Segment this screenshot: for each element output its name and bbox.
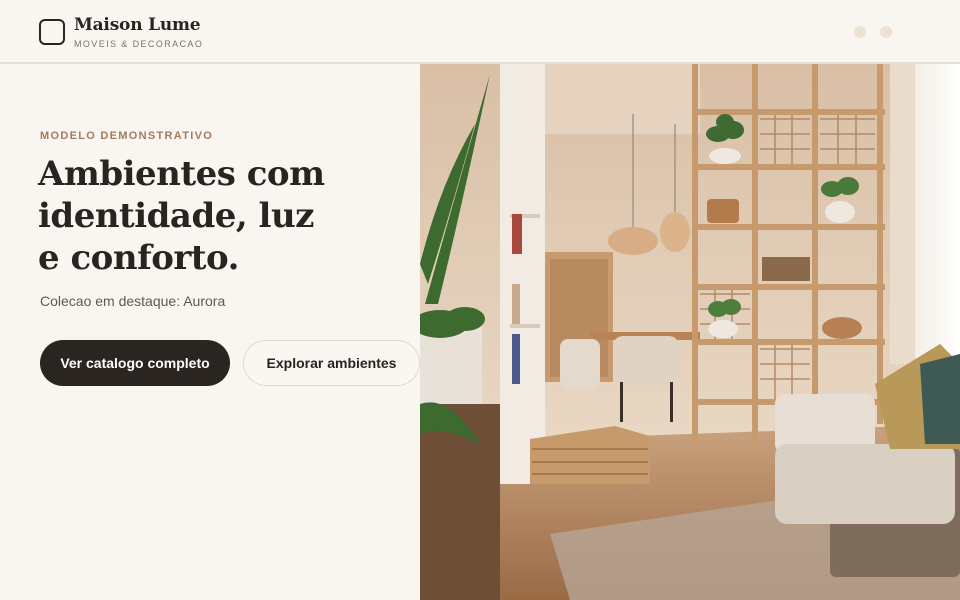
nav-dot-2[interactable] [880,26,892,38]
brand-subtitle: MOVEIS & DECORACAO [74,39,204,49]
hero-image [420,64,960,600]
headline-line-2: identidade, luz [38,196,315,236]
hero-eyebrow: MODELO DEMONSTRATIVO [40,130,214,142]
catalog-button[interactable]: Ver catalogo completo [40,340,230,386]
hero-tagline: Colecao em destaque: Aurora [40,293,226,309]
hero-text-panel: MODELO DEMONSTRATIVO Ambientes com ident… [0,64,420,600]
logo-icon[interactable] [39,19,65,45]
explore-button[interactable]: Explorar ambientes [243,340,420,386]
headline-line-1: Ambientes com [38,154,325,194]
headline-line-3: e conforto. [38,238,239,278]
hero-headline: Ambientes com identidade, luz e conforto… [38,153,408,279]
nav-dot-1[interactable] [854,26,866,38]
site-header: Maison Lume MOVEIS & DECORACAO [0,0,960,64]
brand-name[interactable]: Maison Lume [74,15,201,35]
